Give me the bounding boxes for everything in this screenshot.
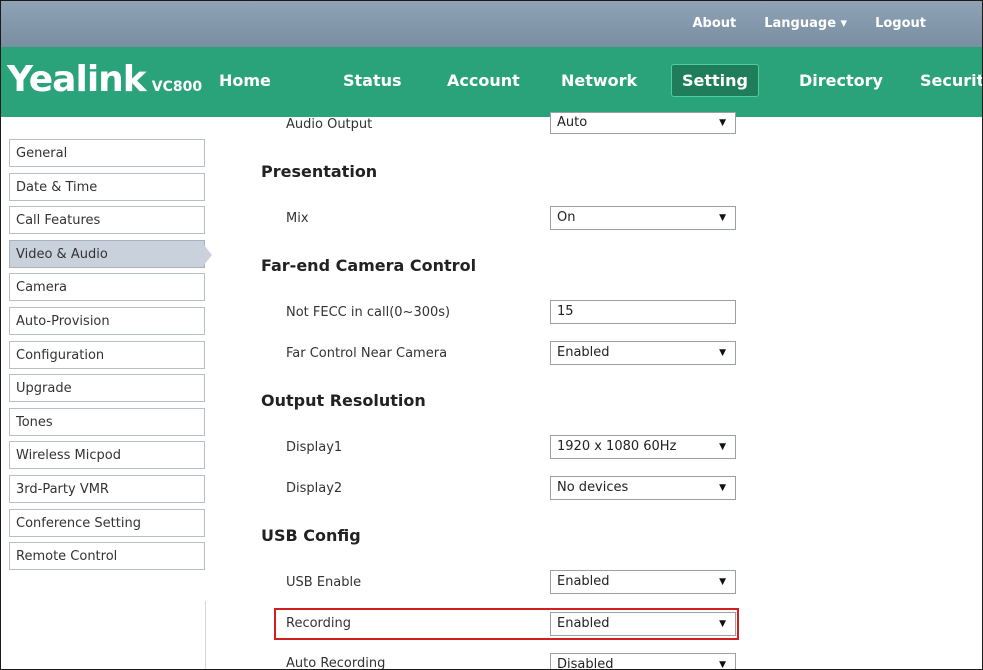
- chevron-down-icon: ▼: [719, 660, 726, 670]
- usb-enable-value: Enabled: [557, 574, 610, 589]
- section-presentation: Presentation: [261, 162, 378, 181]
- display2-value: No devices: [557, 480, 629, 495]
- chevron-down-icon: ▼: [719, 118, 726, 128]
- audio-output-label: Audio Output: [286, 117, 373, 132]
- section-usb-config: USB Config: [261, 526, 361, 545]
- display2-select[interactable]: No devices ▼: [550, 476, 736, 500]
- chevron-down-icon: ▼: [719, 213, 726, 223]
- display1-label: Display1: [286, 440, 343, 455]
- display2-label: Display2: [286, 481, 343, 496]
- auto-recording-label: Auto Recording: [286, 656, 386, 670]
- usb-enable-select[interactable]: Enabled ▼: [550, 570, 736, 594]
- chevron-down-icon: ▼: [719, 619, 726, 629]
- recording-value: Enabled: [557, 616, 610, 631]
- section-far-end-camera-control: Far-end Camera Control: [261, 256, 477, 275]
- chevron-down-icon: ▼: [719, 577, 726, 587]
- recording-select[interactable]: Enabled ▼: [550, 612, 736, 636]
- far-control-value: Enabled: [557, 345, 610, 360]
- far-control-select[interactable]: Enabled ▼: [550, 341, 736, 365]
- chevron-down-icon: ▼: [719, 442, 726, 452]
- chevron-down-icon: ▼: [719, 483, 726, 493]
- mix-label: Mix: [286, 211, 309, 226]
- auto-recording-value: Disabled: [557, 657, 614, 670]
- usb-enable-label: USB Enable: [286, 575, 362, 590]
- far-control-label: Far Control Near Camera: [286, 346, 448, 361]
- display1-select[interactable]: 1920 x 1080 60Hz ▼: [550, 435, 736, 459]
- section-output-resolution: Output Resolution: [261, 391, 426, 410]
- mix-select[interactable]: On ▼: [550, 206, 736, 230]
- display1-value: 1920 x 1080 60Hz: [557, 439, 677, 454]
- mix-value: On: [557, 210, 576, 225]
- browser-frame: About Language ▾ Logout Yealink VC800 Hom…: [0, 0, 983, 670]
- chevron-down-icon: ▼: [719, 348, 726, 358]
- not-fecc-label: Not FECC in call(0~300s): [286, 305, 451, 320]
- recording-label: Recording: [286, 616, 352, 631]
- not-fecc-value: 15: [557, 304, 574, 319]
- audio-output-value: Auto: [557, 115, 588, 130]
- settings-content: Audio Output Auto ▼ Presentation Mix On …: [1, 1, 982, 669]
- audio-output-select[interactable]: Auto ▼: [550, 112, 736, 134]
- not-fecc-input[interactable]: 15: [550, 300, 736, 324]
- auto-recording-select[interactable]: Disabled ▼: [550, 653, 736, 670]
